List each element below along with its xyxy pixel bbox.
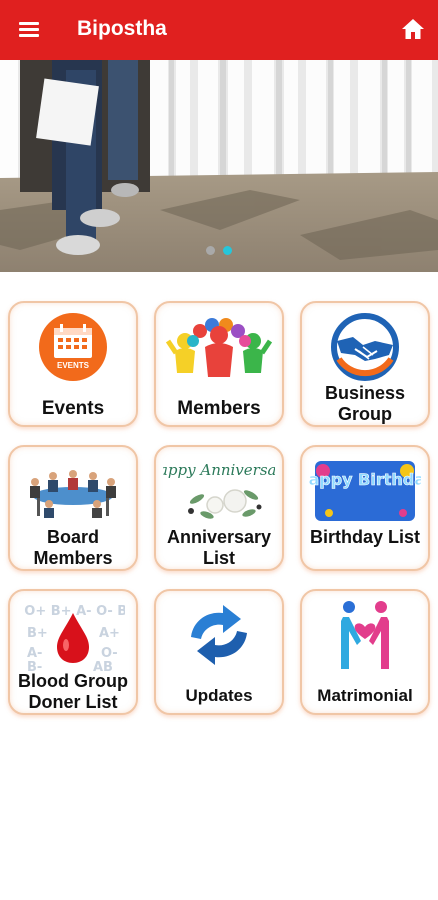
carousel-dot-active[interactable] <box>223 246 232 255</box>
tile-updates[interactable]: Updates <box>154 589 284 715</box>
tile-birthday-list-label: Birthday List <box>309 527 420 547</box>
tile-blood-group-doner-list[interactable]: AB+ O+ B+ A- O- B- AB B+A+ A-O- B-AB Blo… <box>8 589 138 715</box>
events-icon-text: EVENTS <box>57 361 90 370</box>
home-icon[interactable] <box>400 16 426 42</box>
tile-events-label: Events <box>41 398 105 419</box>
svg-text:A-: A- <box>27 646 42 661</box>
happy-birthday-icon: Happy Birthday <box>302 453 428 529</box>
tile-anniversary-list[interactable]: Happy Anniversary Anniversary List <box>154 445 284 571</box>
birthday-icon-text: Happy Birthday <box>309 470 421 489</box>
carousel-dot[interactable] <box>206 246 215 255</box>
banner-photo <box>0 60 438 272</box>
group-people-icon <box>156 309 282 385</box>
app-title: Bipostha <box>77 17 167 40</box>
tile-business-group[interactable]: Business Group <box>300 301 430 427</box>
happy-anniversary-icon: Happy Anniversary <box>156 453 282 529</box>
svg-text:A+: A+ <box>99 626 120 641</box>
svg-text:B+: B+ <box>27 626 48 641</box>
anniversary-icon-text: Happy Anniversary <box>163 461 275 479</box>
tile-anniversary-list-label: Anniversary List <box>166 527 272 568</box>
tile-members-label: Members <box>177 398 261 419</box>
handshake-icon <box>302 309 428 385</box>
tile-board-members[interactable]: Board Members <box>8 445 138 571</box>
carousel-indicator <box>0 246 438 255</box>
tile-events[interactable]: EVENTS Events <box>8 301 138 427</box>
hamburger-menu-icon[interactable] <box>16 18 44 42</box>
tile-blood-group-doner-list-label: Blood Group Doner List <box>18 671 128 712</box>
couple-heart-icon <box>302 597 428 673</box>
tile-board-members-label: Board Members <box>33 527 113 568</box>
tile-business-group-label: Business Group <box>324 383 406 424</box>
blood-drop-icon: AB+ O+ B+ A- O- B- AB B+A+ A-O- B-AB <box>10 597 136 673</box>
tile-updates-label: Updates <box>185 686 253 705</box>
svg-text:O-: O- <box>101 646 118 661</box>
tile-matrimonial-label: Matrimonial <box>317 686 413 705</box>
refresh-arrows-icon <box>156 597 282 673</box>
banner-carousel[interactable] <box>0 60 438 272</box>
tile-matrimonial[interactable]: Matrimonial <box>300 589 430 715</box>
tile-members[interactable]: Members <box>154 301 284 427</box>
calendar-events-icon: EVENTS <box>10 309 136 385</box>
tile-birthday-list[interactable]: Happy Birthday Birthday List <box>300 445 430 571</box>
app-bar: Bipostha <box>0 0 438 60</box>
boardroom-meeting-icon <box>10 453 136 529</box>
